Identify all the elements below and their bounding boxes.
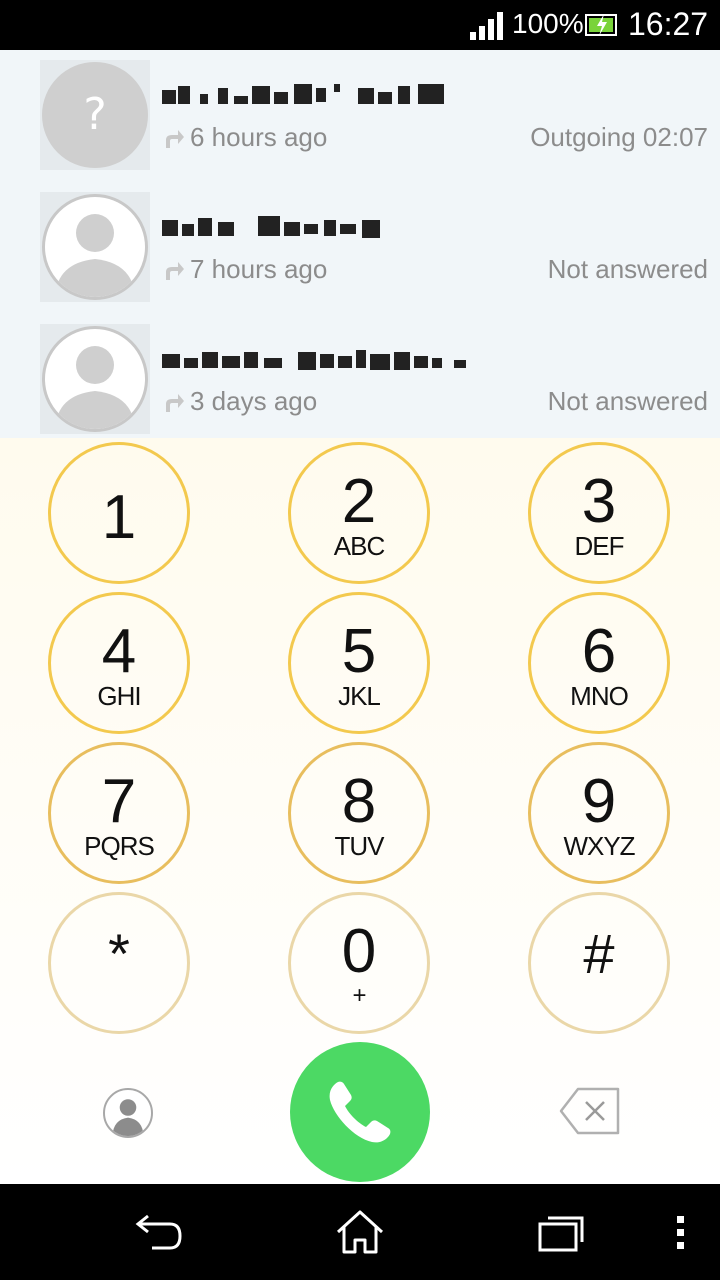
dial-key-7[interactable]: 7 PQRS — [48, 742, 190, 884]
backspace-button[interactable] — [558, 1086, 622, 1136]
status-bar: 100% 16:27 — [0, 0, 720, 50]
dial-key-9[interactable]: 9 WXYZ — [528, 742, 670, 884]
home-button[interactable] — [334, 1208, 386, 1256]
call-log-item[interactable]: ? 6 hours ago Outgoing 02:07 — [0, 50, 720, 182]
contact-avatar — [40, 192, 150, 302]
battery-percentage: 100% — [512, 8, 584, 39]
outgoing-call-icon — [166, 394, 184, 412]
call-time-text: 6 hours ago — [190, 122, 328, 152]
dialpad: 1 2 ABC 3 DEF 4 GHI 5 JKL 6 MNO 7 PQRS 8… — [0, 438, 720, 1184]
signal-strength-icon — [470, 12, 504, 40]
call-time-text: 3 days ago — [190, 386, 318, 416]
call-time: 7 hours ago — [162, 254, 327, 285]
person-silhouette-icon — [42, 194, 148, 300]
person-silhouette-icon — [42, 326, 148, 432]
navigation-bar — [0, 1184, 720, 1280]
dial-key-8[interactable]: 8 TUV — [288, 742, 430, 884]
dial-key-0[interactable]: 0 + — [288, 892, 430, 1034]
call-status: Outgoing 02:07 — [530, 122, 708, 152]
call-button[interactable] — [290, 1042, 430, 1182]
back-button[interactable] — [134, 1208, 186, 1256]
dial-key-1[interactable]: 1 — [48, 442, 190, 584]
dial-key-3[interactable]: 3 DEF — [528, 442, 670, 584]
battery-charging-icon — [585, 14, 617, 36]
dial-key-2[interactable]: 2 ABC — [288, 442, 430, 584]
phone-icon — [329, 1081, 391, 1143]
outgoing-call-icon — [166, 262, 184, 280]
call-time-text: 7 hours ago — [190, 254, 328, 284]
call-status: Not answered — [547, 386, 708, 416]
call-log-item[interactable]: 7 hours ago Not answered — [0, 182, 720, 314]
call-time: 3 days ago — [162, 386, 317, 417]
dial-key-star[interactable]: * — [48, 892, 190, 1034]
redacted-contact-name — [162, 350, 466, 370]
call-log-item[interactable]: 3 days ago Not answered — [0, 314, 720, 446]
contacts-icon — [112, 1099, 144, 1136]
dial-key-5[interactable]: 5 JKL — [288, 592, 430, 734]
call-status: Not answered — [547, 254, 708, 284]
recent-apps-button[interactable] — [536, 1208, 586, 1256]
dial-key-hash[interactable]: # — [528, 892, 670, 1034]
contact-avatar — [40, 324, 150, 434]
recent-calls-list: ? 6 hours ago Outgoing 02:07 7 hours ago… — [0, 50, 720, 438]
overflow-menu-button[interactable] — [674, 1208, 688, 1256]
outgoing-call-icon — [166, 130, 184, 148]
contact-avatar: ? — [40, 60, 150, 170]
dial-key-6[interactable]: 6 MNO — [528, 592, 670, 734]
unknown-contact-icon: ? — [42, 62, 148, 168]
clock: 16:27 — [628, 6, 709, 42]
redacted-contact-name — [162, 216, 380, 238]
dial-key-4[interactable]: 4 GHI — [48, 592, 190, 734]
contacts-button[interactable] — [103, 1088, 153, 1138]
call-time: 6 hours ago — [162, 122, 327, 153]
redacted-contact-name — [162, 84, 444, 104]
